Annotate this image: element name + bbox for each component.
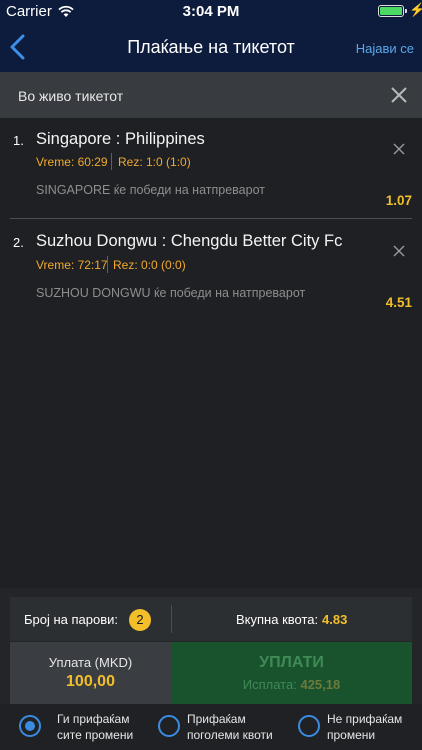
payout-info: Исплата: 425,18 xyxy=(171,677,412,692)
remove-bet-icon[interactable] xyxy=(393,143,405,155)
accept-higher-radio[interactable] xyxy=(158,715,180,737)
login-link[interactable]: Најави се xyxy=(356,41,414,56)
match-score: Rez: 0:0 (0:0) xyxy=(113,258,186,272)
bet-number: 2. xyxy=(13,235,24,250)
match-name: Suzhou Dongwu : Chengdu Better City Fc xyxy=(36,232,343,250)
stake-label: Уплата (MKD) xyxy=(48,655,133,670)
section-title: Во живо тикетот xyxy=(18,88,124,104)
accept-higher-option[interactable]: Прифаќам поголеми квоти xyxy=(187,711,273,743)
accept-none-option[interactable]: Не прифаќам промени xyxy=(327,711,402,743)
match-time: Vreme: 60:29 xyxy=(36,155,108,169)
option-line: сите промени xyxy=(57,728,134,742)
pay-button[interactable] xyxy=(171,642,412,704)
charging-icon: ⚡ xyxy=(409,2,422,17)
total-odds-value: 4.83 xyxy=(322,612,348,627)
battery-icon xyxy=(378,5,404,17)
accept-none-radio[interactable] xyxy=(298,715,320,737)
bet-pick: SINGAPORE ќе победи на натпреварот xyxy=(36,183,265,197)
accept-all-option[interactable]: Ги прифаќам сите промени xyxy=(57,711,133,743)
accept-all-radio[interactable] xyxy=(19,715,41,737)
match-time: Vreme: 72:17 xyxy=(36,258,108,272)
pairs-label: Број на парови: xyxy=(24,612,119,627)
bet-odd: 1.07 xyxy=(385,193,412,208)
pay-button-label: УПЛАТИ xyxy=(259,654,324,671)
option-line: поголеми квоти xyxy=(187,728,273,742)
info-separator xyxy=(111,153,112,170)
option-line: Прифаќам xyxy=(187,712,246,726)
close-ticket-icon[interactable] xyxy=(390,86,408,104)
payout-value: 425,18 xyxy=(300,677,341,692)
clock: 3:04 PM xyxy=(182,3,240,20)
payout-label: Исплата: xyxy=(242,677,297,692)
nav-bar: Плаќање на тикетот Најави се xyxy=(0,22,422,72)
remove-bet-icon[interactable] xyxy=(393,245,405,257)
info-separator xyxy=(107,256,108,273)
option-line: Ги прифаќам xyxy=(57,712,130,726)
total-odds-label: Вкупна квота: xyxy=(236,612,319,627)
stake-value[interactable]: 100,00 xyxy=(10,673,171,691)
ticket-section-header: Во живо тикетот xyxy=(0,72,422,118)
battery-tip xyxy=(405,9,407,13)
summary-separator xyxy=(171,605,172,633)
status-bar: Carrier 3:04 PM ⚡ xyxy=(0,0,422,22)
pairs-count-badge: 2 xyxy=(129,609,151,631)
match-name: Singapore : Philippines xyxy=(36,130,205,148)
bet-odd: 4.51 xyxy=(385,295,412,310)
match-score: Rez: 1:0 (1:0) xyxy=(118,155,191,169)
option-line: Не прифаќам xyxy=(327,712,403,726)
divider xyxy=(10,218,412,219)
bet-pick: SUZHOU DONGWU ќе победи на натпреварот xyxy=(36,286,306,300)
option-line: промени xyxy=(327,728,376,742)
